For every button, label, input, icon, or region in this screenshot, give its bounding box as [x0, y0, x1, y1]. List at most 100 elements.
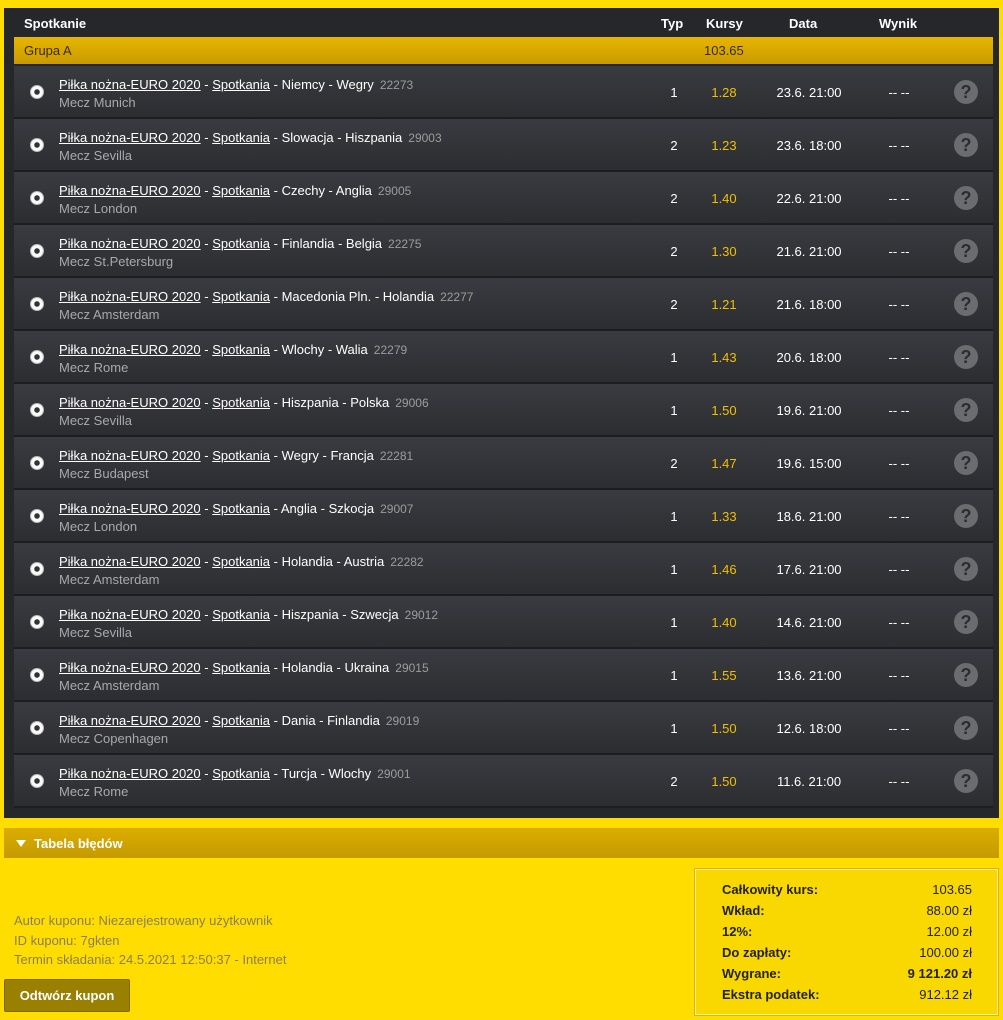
table-row: Piłka nożna-EURO 2020 - Spotkania - Dani… — [14, 702, 993, 755]
match-teams: Anglia - Szkocja — [280, 501, 375, 516]
category-link[interactable]: Spotkania — [212, 554, 270, 569]
category-link[interactable]: Spotkania — [212, 713, 270, 728]
bet-type: 1 — [670, 562, 678, 577]
category-link[interactable]: Spotkania — [212, 342, 270, 357]
category-link[interactable]: Spotkania — [212, 289, 270, 304]
summary-value: 12.00 zł — [926, 924, 972, 939]
match-venue: Mecz Amsterdam — [59, 572, 160, 587]
match-teams: Hiszpania - Polska — [281, 395, 390, 410]
bet-odds: 1.30 — [711, 244, 737, 259]
sport-link[interactable]: Piłka nożna-EURO 2020 — [59, 448, 201, 463]
category-link[interactable]: Spotkania — [212, 130, 270, 145]
category-link[interactable]: Spotkania — [212, 766, 270, 781]
category-link[interactable]: Spotkania — [212, 236, 270, 251]
match-venue: Mecz Budapest — [59, 466, 149, 481]
question-mark-icon[interactable]: ? — [954, 239, 978, 263]
sport-link[interactable]: Piłka nożna-EURO 2020 — [59, 77, 201, 92]
summary-label: Ekstra podatek: — [722, 987, 820, 1002]
soccer-ball-icon — [30, 562, 44, 576]
question-mark-icon[interactable]: ? — [954, 610, 978, 634]
table-row: Piłka nożna-EURO 2020 - Spotkania - Niem… — [14, 66, 993, 119]
soccer-ball-icon — [30, 456, 44, 470]
category-link[interactable]: Spotkania — [212, 501, 270, 516]
question-mark-icon[interactable]: ? — [954, 557, 978, 581]
question-mark-icon[interactable]: ? — [954, 663, 978, 687]
group-row: Grupa A 103.65 — [14, 37, 993, 64]
summary-label: Wygrane: — [722, 966, 781, 981]
question-mark-icon[interactable]: ? — [954, 80, 978, 104]
sport-link[interactable]: Piłka nożna-EURO 2020 — [59, 660, 201, 675]
sport-link[interactable]: Piłka nożna-EURO 2020 — [59, 236, 201, 251]
bet-type: 2 — [670, 138, 678, 153]
table-row: Piłka nożna-EURO 2020 - Spotkania - Angl… — [14, 490, 993, 543]
bet-odds: 1.28 — [711, 85, 737, 100]
question-mark-icon[interactable]: ? — [954, 186, 978, 210]
error-table-toggle[interactable]: Tabela błędów — [4, 828, 999, 858]
separator: - — [270, 554, 282, 569]
match-teams: Czechy - Anglia — [281, 183, 372, 198]
question-mark-icon[interactable]: ? — [954, 133, 978, 157]
match-date: 23.6. 18:00 — [776, 138, 842, 153]
sport-link[interactable]: Piłka nożna-EURO 2020 — [59, 501, 201, 516]
match-date: 12.6. 18:00 — [776, 721, 842, 736]
sport-link[interactable]: Piłka nożna-EURO 2020 — [59, 342, 201, 357]
category-link[interactable]: Spotkania — [212, 395, 270, 410]
separator: - — [200, 289, 213, 304]
question-mark-icon[interactable]: ? — [954, 451, 978, 475]
match-line: Piłka nożna-EURO 2020 - Spotkania - Finl… — [59, 236, 421, 251]
match-line: Piłka nożna-EURO 2020 - Spotkania - Angl… — [59, 501, 413, 516]
category-link[interactable]: Spotkania — [212, 77, 270, 92]
event-id: 29015 — [395, 661, 429, 675]
summary-row: Do zapłaty: 100.00 zł — [722, 945, 972, 961]
match-result: -- -- — [888, 138, 910, 153]
match-line: Piłka nożna-EURO 2020 - Spotkania - Hisz… — [59, 607, 438, 622]
sport-link[interactable]: Piłka nożna-EURO 2020 — [59, 713, 201, 728]
separator: - — [270, 395, 282, 410]
bet-odds: 1.43 — [711, 350, 737, 365]
table-row: Piłka nożna-EURO 2020 - Spotkania - Czec… — [14, 172, 993, 225]
question-mark-icon[interactable]: ? — [954, 504, 978, 528]
match-date: 18.6. 21:00 — [776, 509, 842, 524]
separator: - — [200, 77, 213, 92]
separator: - — [270, 289, 282, 304]
question-mark-icon[interactable]: ? — [954, 345, 978, 369]
question-mark-icon[interactable]: ? — [954, 769, 978, 793]
sport-link[interactable]: Piłka nożna-EURO 2020 — [59, 554, 201, 569]
event-id: 22275 — [388, 237, 422, 251]
question-mark-icon[interactable]: ? — [954, 716, 978, 740]
category-link[interactable]: Spotkania — [212, 660, 270, 675]
match-teams: Wegry - Francja — [281, 448, 374, 463]
sport-link[interactable]: Piłka nożna-EURO 2020 — [59, 289, 201, 304]
header-result: Wynik — [879, 16, 918, 31]
event-id: 29001 — [377, 767, 411, 781]
sport-link[interactable]: Piłka nożna-EURO 2020 — [59, 130, 201, 145]
sport-link[interactable]: Piłka nożna-EURO 2020 — [59, 183, 201, 198]
match-line: Piłka nożna-EURO 2020 - Spotkania - Mace… — [59, 289, 473, 304]
match-venue: Mecz Sevilla — [59, 625, 132, 640]
header-date: Data — [789, 16, 818, 31]
match-line: Piłka nożna-EURO 2020 - Spotkania - Wloc… — [59, 342, 407, 357]
sport-link[interactable]: Piłka nożna-EURO 2020 — [59, 766, 201, 781]
category-link[interactable]: Spotkania — [212, 448, 270, 463]
sport-link[interactable]: Piłka nożna-EURO 2020 — [59, 395, 201, 410]
restore-coupon-button[interactable]: Odtwórz kupon — [4, 979, 130, 1012]
category-link[interactable]: Spotkania — [212, 607, 270, 622]
sport-link[interactable]: Piłka nożna-EURO 2020 — [59, 607, 201, 622]
bet-odds: 1.55 — [711, 668, 737, 683]
match-teams: Slowacja - Hiszpania — [281, 130, 403, 145]
summary-label: Całkowity kurs: — [722, 882, 819, 897]
question-mark-icon[interactable]: ? — [954, 292, 978, 316]
event-id: 22279 — [373, 343, 408, 357]
match-result: -- -- — [888, 85, 910, 100]
match-line: Piłka nożna-EURO 2020 - Spotkania - Niem… — [59, 77, 413, 92]
coupon-submitted: Termin składania: 24.5.2021 12:50:37 - I… — [14, 952, 287, 967]
event-id: 29005 — [377, 184, 412, 198]
match-teams: Wlochy - Walia — [281, 342, 368, 357]
summary-row: Ekstra podatek: 912.12 zł — [722, 987, 972, 1003]
question-mark-icon[interactable]: ? — [954, 398, 978, 422]
header-match: Spotkanie — [24, 16, 87, 31]
bet-odds: 1.21 — [711, 297, 737, 312]
soccer-ball-icon — [30, 774, 44, 788]
category-link[interactable]: Spotkania — [212, 183, 270, 198]
match-teams: Dania - Finlandia — [281, 713, 380, 728]
